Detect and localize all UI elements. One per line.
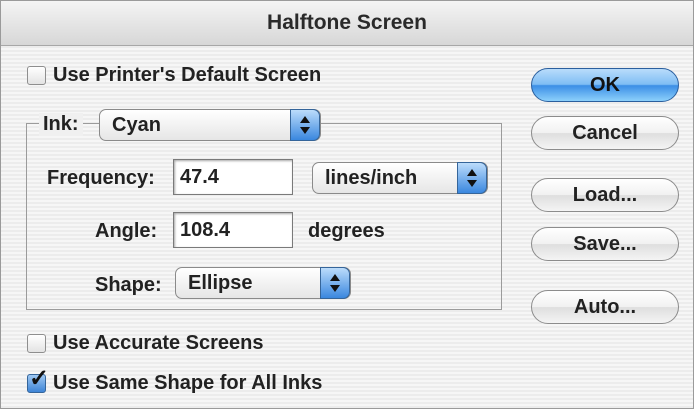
popup-arrows-icon [290,109,320,141]
frequency-label: Frequency: [47,167,155,189]
popup-arrows-icon [457,162,487,194]
angle-field[interactable]: 108.4 [173,212,293,248]
load-button[interactable]: Load... [531,178,679,212]
halftone-screen-dialog: Halftone Screen Use Printer's Default Sc… [0,0,694,409]
checkbox-box[interactable]: ✓ [27,367,49,393]
use-same-shape-checkbox[interactable]: ✓ Use Same Shape for All Inks [27,367,323,395]
shape-label: Shape: [95,274,162,296]
popup-arrows-icon [320,267,350,299]
shape-select-value: Ellipse [188,272,253,294]
cancel-button[interactable]: Cancel [531,116,679,150]
checkbox-label: Use Printer's Default Screen [53,64,322,86]
angle-unit-label: degrees [308,220,385,242]
auto-button[interactable]: Auto... [531,290,679,324]
checkbox-label: Use Accurate Screens [53,332,264,354]
checkmark-icon: ✓ [29,365,50,392]
dialog-title: Halftone Screen [1,1,693,46]
frequency-field[interactable]: 47.4 [173,159,293,195]
checkbox-label: Use Same Shape for All Inks [53,372,323,394]
save-button[interactable]: Save... [531,227,679,261]
use-accurate-screens-checkbox[interactable]: Use Accurate Screens [27,332,264,355]
frequency-unit-select[interactable]: lines/inch [312,162,488,194]
frequency-unit-value: lines/inch [325,167,418,189]
ok-button[interactable]: OK [531,68,679,102]
ink-label: Ink: [39,113,83,136]
ink-select-value: Cyan [112,114,161,136]
shape-select[interactable]: Ellipse [175,267,351,299]
angle-label: Angle: [95,220,158,242]
use-printers-default-screen-checkbox[interactable]: Use Printer's Default Screen [27,64,321,87]
ink-select[interactable]: Cyan [99,109,321,141]
checkbox-box[interactable] [27,66,46,85]
checkbox-box[interactable] [27,334,46,353]
